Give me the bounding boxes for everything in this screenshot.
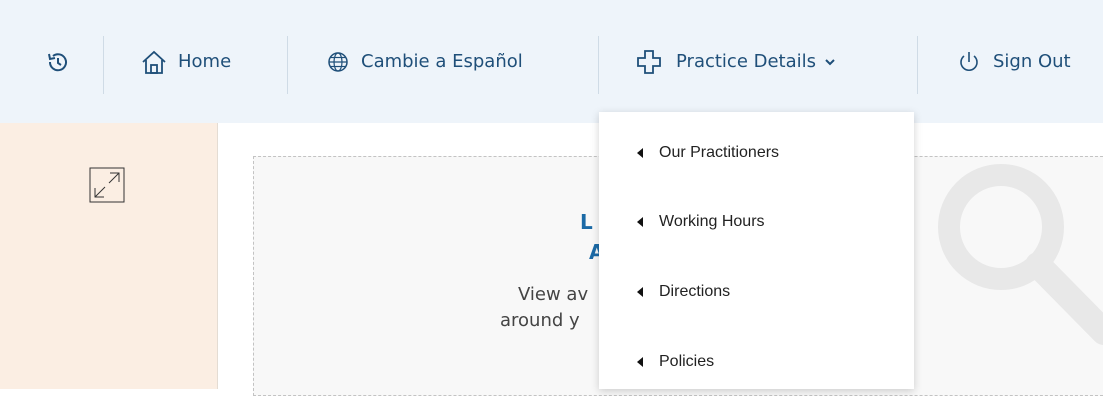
sign-out-nav-button[interactable]: Sign Out <box>957 0 1071 123</box>
spanish-label: Cambie a Español <box>361 51 523 72</box>
dropdown-item-label: Policies <box>659 353 715 370</box>
home-icon <box>140 48 168 76</box>
card-text-line-2: around y <box>500 310 580 331</box>
separator <box>917 36 918 94</box>
dropdown-item-working-hours[interactable]: Working Hours <box>599 202 914 242</box>
history-icon[interactable] <box>45 0 71 123</box>
separator <box>103 36 104 94</box>
left-side-panel <box>0 123 218 389</box>
card-title-line-1: L <box>580 210 593 234</box>
card-text-line-1: View av <box>518 284 589 305</box>
separator <box>287 36 288 94</box>
dropdown-item-policies[interactable]: Policies <box>599 342 914 382</box>
medical-cross-icon <box>636 49 662 75</box>
practice-details-label: Practice Details <box>676 51 817 72</box>
chevron-down-icon <box>824 56 836 68</box>
separator <box>598 36 599 94</box>
home-nav-button[interactable]: Home <box>140 0 231 123</box>
dropdown-item-our-practitioners[interactable]: Our Practitioners <box>599 133 914 173</box>
practice-details-dropdown: Our Practitioners Working Hours Directio… <box>599 112 914 389</box>
home-label: Home <box>178 51 232 72</box>
dropdown-item-label: Directions <box>659 283 731 300</box>
practice-details-nav-button[interactable]: Practice Details <box>636 0 836 123</box>
caret-left-icon <box>637 148 643 158</box>
caret-left-icon <box>637 217 643 227</box>
caret-left-icon <box>637 287 643 297</box>
top-navigation-bar: Home Cambie a Español Practice Details S… <box>0 0 1103 123</box>
dropdown-item-directions[interactable]: Directions <box>599 272 914 312</box>
dropdown-item-label: Our Practitioners <box>659 144 780 161</box>
magnifier-icon <box>906 157 1103 395</box>
caret-left-icon <box>637 357 643 367</box>
spanish-nav-button[interactable]: Cambie a Español <box>327 0 523 123</box>
power-icon <box>957 50 981 74</box>
globe-icon <box>327 51 349 73</box>
dropdown-item-label: Working Hours <box>659 213 765 230</box>
sign-out-label: Sign Out <box>993 51 1071 72</box>
expand-icon[interactable] <box>87 165 127 205</box>
